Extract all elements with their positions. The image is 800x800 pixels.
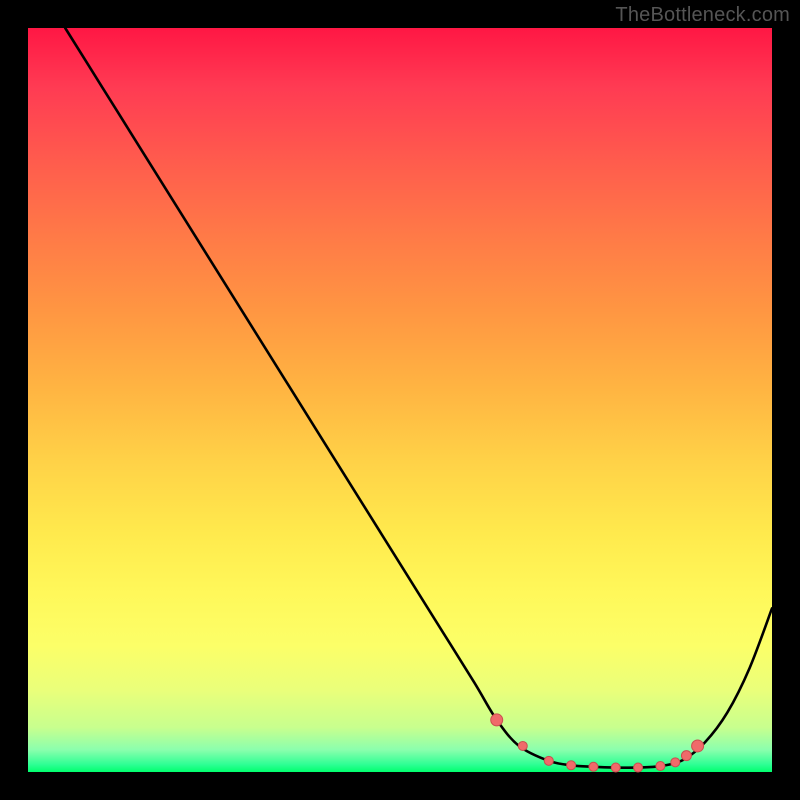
data-point <box>681 751 691 761</box>
data-point <box>491 714 503 726</box>
data-point <box>671 758 680 767</box>
data-point <box>692 740 704 752</box>
data-point <box>611 763 620 772</box>
bottleneck-curve <box>65 28 772 768</box>
data-point <box>634 763 643 772</box>
data-point <box>656 762 665 771</box>
chart-frame: TheBottleneck.com <box>0 0 800 800</box>
data-point <box>589 762 598 771</box>
data-point-markers <box>491 714 704 772</box>
plot-area <box>28 28 772 772</box>
chart-svg <box>28 28 772 772</box>
data-point <box>544 756 553 765</box>
watermark-text: TheBottleneck.com <box>615 4 790 27</box>
data-point <box>518 741 527 750</box>
data-point <box>567 761 576 770</box>
